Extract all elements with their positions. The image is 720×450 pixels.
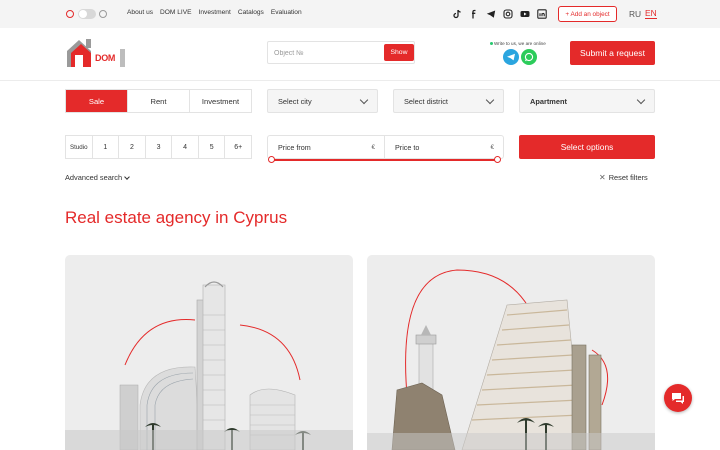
price-from-field[interactable]: Price from €: [267, 135, 385, 159]
theme-toggle[interactable]: [78, 9, 96, 19]
chevron-down-icon: [359, 95, 369, 105]
tab-investment[interactable]: Investment: [190, 90, 251, 112]
social-links: [452, 9, 547, 19]
sun-icon[interactable]: [66, 10, 74, 18]
instagram-icon[interactable]: [503, 9, 513, 19]
facebook-icon[interactable]: [469, 9, 479, 19]
price-range-max-handle[interactable]: [494, 156, 501, 163]
room-option-3[interactable]: 3: [146, 136, 173, 158]
chat-icon[interactable]: [664, 384, 692, 412]
rooms-selector: Studio 1 2 3 4 5 6+: [65, 135, 252, 159]
price-range-min-handle[interactable]: [268, 156, 275, 163]
online-dot-icon: [490, 42, 493, 46]
room-option-6-plus[interactable]: 6+: [225, 136, 251, 158]
top-bar: About us DOM LIVE Investment Catalogs Ev…: [0, 0, 720, 28]
reset-filters-button[interactable]: ✕ Reset filters: [599, 173, 648, 182]
price-from-label: Price from: [278, 142, 311, 152]
online-note: Write to us, we are online: [490, 41, 546, 46]
city-select[interactable]: Select city: [267, 89, 378, 113]
lang-en[interactable]: EN: [645, 9, 657, 19]
district-select[interactable]: Select district: [393, 89, 504, 113]
show-button[interactable]: Show: [384, 44, 414, 61]
logo-text: DOM: [95, 53, 116, 63]
youtube-icon[interactable]: [520, 9, 530, 19]
euro-icon: €: [371, 144, 375, 151]
room-option-2[interactable]: 2: [119, 136, 146, 158]
linkedin-icon[interactable]: [537, 9, 547, 19]
tab-rent[interactable]: Rent: [128, 90, 190, 112]
add-object-button[interactable]: + Add an object: [558, 6, 617, 22]
tab-sale[interactable]: Sale: [66, 90, 128, 112]
chevron-down-icon: [124, 173, 130, 180]
nav-dom-live[interactable]: DOM LIVE: [160, 9, 192, 16]
chevron-down-icon: [485, 95, 495, 105]
telegram-chat-icon[interactable]: [503, 49, 519, 65]
euro-icon: €: [490, 144, 494, 151]
property-type-select[interactable]: Apartment: [519, 89, 655, 113]
room-option-studio[interactable]: Studio: [66, 136, 93, 158]
room-option-5[interactable]: 5: [199, 136, 226, 158]
city-select-label: Select city: [278, 96, 312, 106]
moon-icon[interactable]: [99, 10, 107, 18]
select-options-button[interactable]: Select options: [519, 135, 655, 159]
price-to-field[interactable]: Price to €: [384, 135, 504, 159]
whatsapp-chat-icon[interactable]: [521, 49, 537, 65]
reset-filters-label: Reset filters: [608, 173, 648, 182]
price-range-track[interactable]: [271, 159, 498, 161]
close-icon: ✕: [599, 173, 606, 182]
price-to-label: Price to: [395, 142, 420, 152]
card-image-skyscrapers[interactable]: [65, 255, 353, 450]
tiktok-icon[interactable]: [452, 9, 462, 19]
page-title: Real estate agency in Cyprus: [65, 208, 288, 227]
nav-catalogs[interactable]: Catalogs: [238, 9, 264, 16]
submit-request-button[interactable]: Submit a request: [570, 41, 655, 65]
card-image-lighthouse[interactable]: [367, 255, 655, 450]
nav-investment[interactable]: Investment: [199, 9, 231, 16]
lang-ru[interactable]: RU: [629, 9, 641, 19]
online-note-text: Write to us, we are online: [494, 41, 546, 46]
object-number-input[interactable]: [274, 46, 382, 60]
advanced-search-label: Advanced search: [65, 173, 123, 182]
property-type-label: Apartment: [530, 96, 567, 106]
nav-evaluation[interactable]: Evaluation: [271, 9, 302, 16]
district-select-label: Select district: [404, 96, 448, 106]
header-divider: [0, 80, 720, 81]
chevron-down-icon: [636, 95, 646, 105]
telegram-icon[interactable]: [486, 9, 496, 19]
nav-about-us[interactable]: About us: [127, 9, 153, 16]
deal-type-tabs: Sale Rent Investment: [65, 89, 252, 113]
room-option-1[interactable]: 1: [93, 136, 120, 158]
advanced-search-toggle[interactable]: Advanced search: [65, 173, 130, 182]
room-option-4[interactable]: 4: [172, 136, 199, 158]
top-nav: About us DOM LIVE Investment Catalogs Ev…: [127, 9, 302, 16]
